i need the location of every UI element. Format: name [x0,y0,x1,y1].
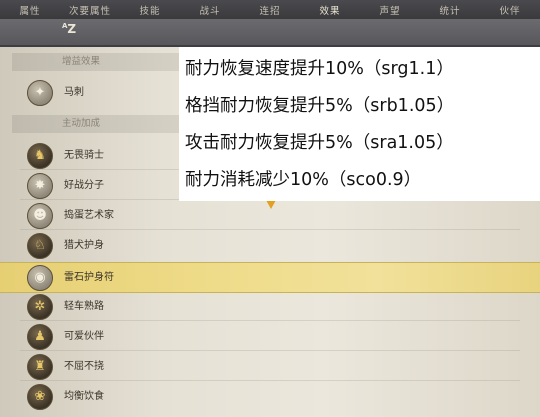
item-label: 马刺 [64,87,84,98]
overlay-line-3: 攻击耐力恢复提升5%（sra1.05） [185,133,454,153]
tenacity-icon: ♜ [27,354,53,380]
section-label: 主动加成 [62,118,101,129]
divider [20,229,520,230]
knight-icon: ♞ [27,143,53,169]
hound-icon: ♘ [27,233,53,259]
cursor-icon [266,200,276,209]
prankster-icon: ☻ [27,203,53,229]
sort-bar: AZ [0,19,540,47]
tab-companions[interactable]: 伙伴 [480,3,540,17]
tab-statistics[interactable]: 统计 [420,3,480,17]
sort-az-icon[interactable]: AZ [62,23,76,36]
tab-bar: 属性 次要属性 技能 战斗 连招 效果 声望 统计 伙伴 [0,0,540,20]
item-label: 不屈不挠 [64,361,104,372]
tab-skills[interactable]: 技能 [120,3,180,17]
tab-combat[interactable]: 战斗 [180,3,240,17]
companion-icon: ♟ [27,324,53,350]
road-icon: ✲ [27,294,53,320]
tab-reputation[interactable]: 声望 [360,3,420,17]
overlay-line-1: 耐力恢复速度提升10%（srg1.1） [185,59,454,79]
section-label: 增益效果 [62,56,101,67]
divider [20,380,520,381]
divider [20,320,520,321]
item-label: 可爱伙伴 [64,331,104,342]
spur-icon: ✦ [27,80,53,106]
list-item[interactable]: ❀ 均衡饮食 [0,382,540,411]
list-item[interactable]: ♘ 猎犬护身 [0,231,540,260]
list-item[interactable]: ♜ 不屈不挠 [0,352,540,381]
overlay-line-2: 格挡耐力恢复提升5%（srb1.05） [185,96,455,116]
item-label: 无畏骑士 [64,150,104,161]
list-item-selected[interactable]: ◉ 雷石护身符 [0,262,540,293]
divider [20,350,520,351]
overlay-line-4: 耐力消耗减少10%（sco0.9） [185,170,422,190]
effect-description-overlay: 耐力恢复速度提升10%（srg1.1） 格挡耐力恢复提升5%（srb1.05） … [179,47,540,201]
warmonger-icon: ✸ [27,173,53,199]
item-label: 雷石护身符 [64,272,114,283]
tab-attributes[interactable]: 属性 [0,3,60,17]
item-label: 轻车熟路 [64,301,104,312]
item-label: 均衡饮食 [64,391,104,402]
food-icon: ❀ [27,384,53,410]
item-label: 猎犬护身 [64,240,104,251]
tab-secondary-attributes[interactable]: 次要属性 [60,3,120,17]
item-label: 捣蛋艺术家 [64,210,114,221]
list-item[interactable]: ♟ 可爱伙伴 [0,322,540,351]
list-item[interactable]: ✲ 轻车熟路 [0,292,540,321]
item-label: 好战分子 [64,180,104,191]
tab-effects[interactable]: 效果 [300,3,360,17]
thunderstone-icon: ◉ [27,265,53,291]
tab-combos[interactable]: 连招 [240,3,300,17]
